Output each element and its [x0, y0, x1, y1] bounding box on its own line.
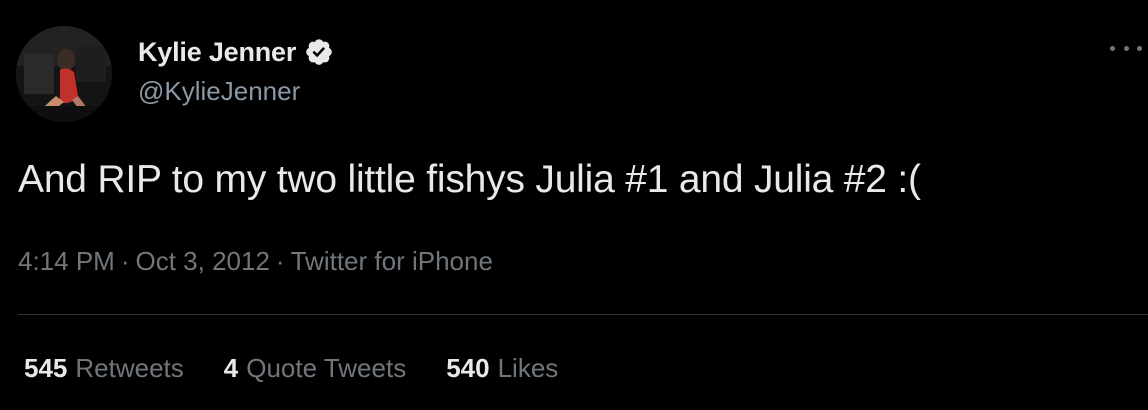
engagement-stats: 545 Retweets 4 Quote Tweets 540 Likes [24, 353, 598, 384]
avatar[interactable] [16, 26, 112, 122]
retweets-count: 545 [24, 353, 68, 383]
display-name[interactable]: Kylie Jenner [138, 37, 296, 68]
dot [1123, 45, 1129, 51]
dot [1110, 45, 1115, 51]
tweet-card: Kylie Jenner @KylieJenner And RIP to my … [0, 0, 1148, 410]
author-name-row: Kylie Jenner [138, 34, 334, 70]
divider [18, 314, 1148, 315]
dot [1137, 45, 1142, 51]
meta-separator: · [120, 246, 130, 276]
tweet-time[interactable]: 4:14 PM [18, 246, 115, 276]
quote-tweets-stat[interactable]: 4 Quote Tweets [224, 353, 406, 384]
verified-badge-icon [304, 37, 334, 67]
quote-tweets-label: Quote Tweets [246, 353, 407, 383]
retweets-stat[interactable]: 545 Retweets [24, 353, 184, 384]
tweet-date[interactable]: Oct 3, 2012 [136, 246, 270, 276]
likes-count: 540 [446, 353, 490, 383]
retweets-label: Retweets [75, 353, 184, 383]
tweet-source[interactable]: Twitter for iPhone [291, 246, 493, 276]
likes-label: Likes [497, 353, 559, 383]
tweet-text: And RIP to my two little fishys Julia #1… [18, 158, 921, 201]
meta-separator: · [275, 246, 285, 276]
handle[interactable]: @KylieJenner [138, 76, 300, 107]
quote-tweets-count: 4 [223, 353, 239, 383]
more-options-icon[interactable] [1110, 36, 1142, 60]
tweet-meta: 4:14 PM · Oct 3, 2012 · Twitter for iPhone [18, 246, 493, 277]
profile-photo [16, 26, 112, 122]
likes-stat[interactable]: 540 Likes [446, 353, 558, 384]
